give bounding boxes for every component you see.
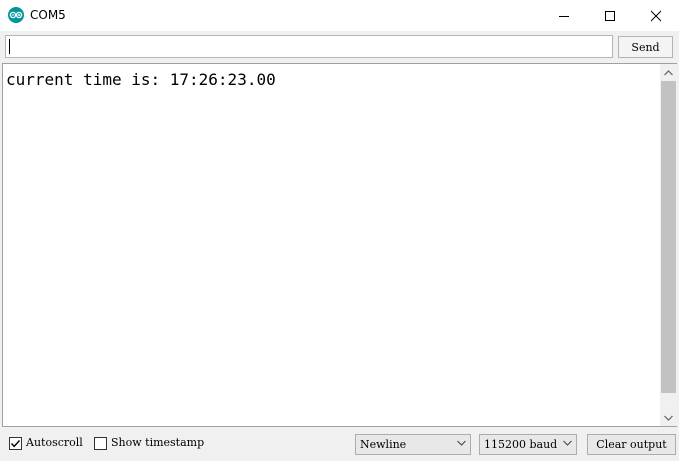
- baud-rate-value: 115200 baud: [484, 438, 558, 451]
- close-icon: [650, 10, 662, 21]
- chevron-down-icon: [664, 415, 673, 421]
- checkmark-icon: [10, 440, 21, 448]
- clear-output-button[interactable]: Clear output: [587, 434, 676, 455]
- output-line: current time is: 17:26:23.00: [6, 70, 276, 89]
- window-title: COM5: [30, 8, 66, 22]
- send-bar: Send: [0, 31, 679, 62]
- chevron-down-icon: [563, 440, 572, 446]
- maximize-button[interactable]: [587, 0, 633, 31]
- vertical-scrollbar[interactable]: [660, 63, 677, 427]
- maximize-icon: [605, 10, 615, 21]
- scroll-thumb[interactable]: [661, 81, 676, 393]
- line-ending-value: Newline: [360, 438, 407, 451]
- minimize-icon: [559, 15, 569, 17]
- line-ending-select[interactable]: Newline: [355, 434, 471, 455]
- serial-output-area[interactable]: current time is: 17:26:23.00: [2, 63, 662, 427]
- baud-rate-select[interactable]: 115200 baud: [479, 434, 577, 455]
- serial-input[interactable]: [5, 35, 613, 58]
- autoscroll-checkbox[interactable]: [9, 437, 22, 450]
- arduino-logo-icon: [8, 7, 24, 23]
- chevron-down-icon: [457, 440, 466, 446]
- close-button[interactable]: [633, 0, 679, 31]
- autoscroll-label[interactable]: Autoscroll: [26, 436, 83, 449]
- text-caret: [9, 39, 10, 54]
- bottom-toolbar: Autoscroll Show timestamp Newline 115200…: [0, 428, 679, 461]
- scroll-up-button[interactable]: [660, 64, 677, 81]
- minimize-button[interactable]: [541, 0, 587, 31]
- send-button[interactable]: Send: [618, 36, 673, 58]
- show-timestamp-checkbox[interactable]: [94, 437, 107, 450]
- title-bar[interactable]: COM5: [0, 0, 679, 31]
- show-timestamp-label[interactable]: Show timestamp: [111, 436, 204, 449]
- scroll-down-button[interactable]: [660, 409, 677, 426]
- serial-monitor-window: COM5 Send current time is: 17:26:23.00 A…: [0, 0, 679, 461]
- chevron-up-icon: [664, 69, 673, 75]
